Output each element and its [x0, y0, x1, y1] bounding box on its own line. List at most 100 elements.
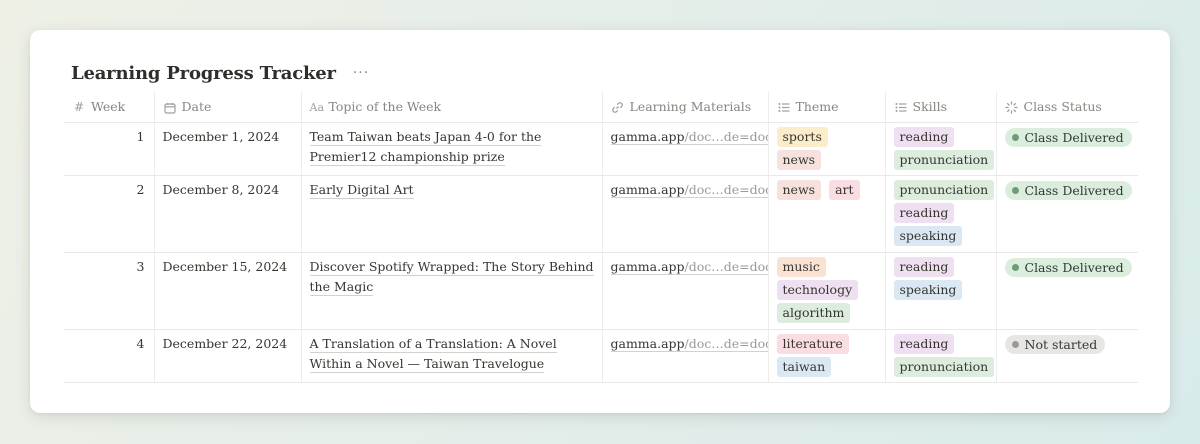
- column-header-theme[interactable]: Theme: [767, 91, 885, 123]
- topic-cell[interactable]: Discover Spotify Wrapped: The Story Behi…: [300, 252, 602, 330]
- number-icon: #: [73, 100, 85, 114]
- column-header-label: Week: [91, 98, 126, 114]
- tracker-table: # Week Date Aa Topic of the Week Learning …: [64, 91, 1138, 383]
- column-header-week[interactable]: # Week: [64, 91, 154, 123]
- date-cell[interactable]: December 22, 2024: [153, 329, 301, 383]
- skill-tag: reading: [893, 256, 955, 277]
- status-label: Class Delivered: [1024, 129, 1124, 145]
- topic-link[interactable]: Discover Spotify Wrapped: The Story Behi…: [309, 258, 594, 296]
- status-badge: Not started: [1004, 334, 1106, 354]
- column-header-label: Topic of the Week: [328, 98, 442, 114]
- topic-cell[interactable]: Team Taiwan beats Japan 4-0 for the Prem…: [300, 122, 602, 176]
- date-cell[interactable]: December 1, 2024: [153, 122, 301, 176]
- materials-cell[interactable]: gamma.app/doc…de=doc: [601, 175, 768, 253]
- column-header-label: Class Status: [1023, 98, 1102, 114]
- column-header-status[interactable]: Class Status: [995, 91, 1138, 123]
- topic-link[interactable]: A Translation of a Translation: A Novel …: [309, 335, 557, 373]
- theme-tag: news: [776, 179, 822, 200]
- date-cell[interactable]: December 15, 2024: [153, 252, 301, 330]
- materials-cell[interactable]: gamma.app/doc…de=doc: [601, 252, 768, 330]
- material-link-host[interactable]: gamma.app: [610, 128, 685, 145]
- skill-tag: pronunciation: [893, 149, 995, 170]
- theme-cell[interactable]: news art: [767, 175, 885, 253]
- text-property-icon: Aa: [309, 100, 325, 114]
- material-link-host[interactable]: gamma.app: [610, 181, 685, 198]
- status-icon: [1005, 100, 1019, 114]
- column-header-topic[interactable]: Aa Topic of the Week: [300, 91, 602, 123]
- theme-cell[interactable]: literature taiwan: [767, 329, 885, 383]
- theme-cell[interactable]: music technology algorithm: [767, 252, 885, 330]
- status-label: Class Delivered: [1024, 182, 1124, 198]
- week-cell[interactable]: 4: [64, 329, 154, 383]
- header-row: # Week Date Aa Topic of the Week Learning …: [64, 91, 1138, 123]
- topic-link[interactable]: Early Digital Art: [309, 181, 414, 199]
- week-cell[interactable]: 2: [64, 175, 154, 253]
- column-header-date[interactable]: Date: [153, 91, 301, 123]
- theme-tag: news: [776, 149, 822, 170]
- table-row[interactable]: 3 December 15, 2024 Discover Spotify Wra…: [64, 252, 1138, 330]
- table-row[interactable]: 4 December 22, 2024 A Translation of a T…: [64, 329, 1138, 383]
- skills-cell[interactable]: reading pronunciation: [884, 122, 996, 176]
- skills-cell[interactable]: pronunciation reading speaking: [884, 175, 996, 253]
- status-cell[interactable]: Class Delivered: [995, 175, 1138, 253]
- status-label: Class Delivered: [1024, 259, 1124, 275]
- material-link-path[interactable]: /doc…de=doc: [684, 258, 768, 275]
- date-cell[interactable]: December 8, 2024: [153, 175, 301, 253]
- topic-cell[interactable]: Early Digital Art: [300, 175, 602, 253]
- material-link-path[interactable]: /doc…de=doc: [684, 181, 768, 198]
- table-row[interactable]: 1 December 1, 2024 Team Taiwan beats Jap…: [64, 122, 1138, 176]
- theme-cell[interactable]: sports news: [767, 122, 885, 176]
- more-options-button[interactable]: ···: [350, 66, 372, 80]
- theme-tag: music: [776, 256, 826, 277]
- calendar-icon: [163, 100, 177, 114]
- materials-cell[interactable]: gamma.app/doc…de=doc: [601, 329, 768, 383]
- status-dot-icon: [1011, 186, 1019, 194]
- topic-link[interactable]: Team Taiwan beats Japan 4-0 for the Prem…: [309, 128, 542, 166]
- column-header-label: Learning Materials: [629, 98, 752, 114]
- materials-cell[interactable]: gamma.app/doc…de=doc: [601, 122, 768, 176]
- table-row[interactable]: 2 December 8, 2024 Early Digital Art gam…: [64, 175, 1138, 253]
- page-title: Learning Progress Tracker: [71, 62, 336, 84]
- material-link-path[interactable]: /doc…de=doc: [684, 335, 768, 352]
- skill-tag: reading: [893, 202, 955, 223]
- theme-tag: technology: [776, 279, 859, 300]
- status-label: Not started: [1024, 336, 1098, 352]
- skill-tag: reading: [893, 126, 955, 147]
- skill-tag: speaking: [893, 279, 963, 300]
- material-link-host[interactable]: gamma.app: [610, 335, 685, 352]
- status-dot-icon: [1011, 263, 1019, 271]
- database-card: Learning Progress Tracker ··· # Week Date…: [30, 30, 1170, 413]
- skill-tag: pronunciation: [893, 179, 995, 200]
- material-link-path[interactable]: /doc…de=doc: [684, 128, 768, 145]
- skills-cell[interactable]: reading speaking: [884, 252, 996, 330]
- status-badge: Class Delivered: [1004, 180, 1132, 200]
- column-header-label: Date: [181, 98, 212, 114]
- theme-tag: algorithm: [776, 302, 851, 323]
- theme-tag: taiwan: [776, 356, 832, 377]
- skill-tag: reading: [893, 333, 955, 354]
- theme-tag: literature: [776, 333, 849, 354]
- week-cell[interactable]: 1: [64, 122, 154, 176]
- topic-cell[interactable]: A Translation of a Translation: A Novel …: [300, 329, 602, 383]
- link-icon: [611, 100, 625, 114]
- skills-cell[interactable]: reading pronunciation: [884, 329, 996, 383]
- column-header-label: Skills: [912, 98, 948, 114]
- title-row: Learning Progress Tracker ···: [71, 60, 372, 86]
- status-badge: Class Delivered: [1004, 127, 1132, 147]
- multi-select-icon: [777, 100, 791, 114]
- skill-tag: pronunciation: [893, 356, 995, 377]
- column-header-skills[interactable]: Skills: [884, 91, 996, 123]
- column-header-materials[interactable]: Learning Materials: [601, 91, 768, 123]
- status-cell[interactable]: Class Delivered: [995, 252, 1138, 330]
- column-header-label: Theme: [795, 98, 839, 114]
- week-cell[interactable]: 3: [64, 252, 154, 330]
- status-cell[interactable]: Not started: [995, 329, 1138, 383]
- status-dot-icon: [1011, 340, 1019, 348]
- multi-select-icon: [894, 100, 908, 114]
- status-cell[interactable]: Class Delivered: [995, 122, 1138, 176]
- material-link-host[interactable]: gamma.app: [610, 258, 685, 275]
- theme-tag: sports: [776, 126, 828, 147]
- theme-tag: art: [829, 179, 860, 200]
- status-dot-icon: [1011, 133, 1019, 141]
- skill-tag: speaking: [893, 225, 963, 246]
